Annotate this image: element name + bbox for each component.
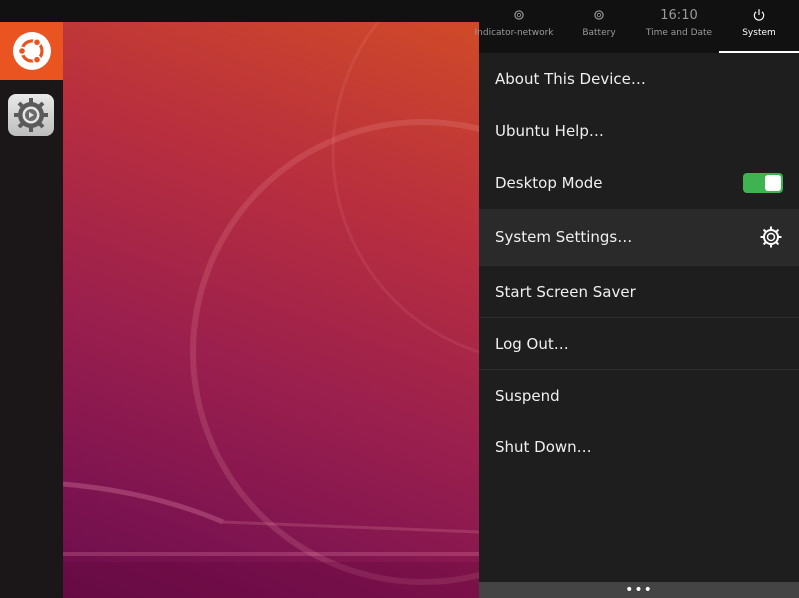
menu-item-ubuntu-help[interactable]: Ubuntu Help…	[479, 105, 799, 157]
menu-item-log-out[interactable]: Log Out…	[479, 318, 799, 369]
ubuntu-logo-icon	[12, 32, 51, 70]
launcher-home-button[interactable]	[0, 22, 63, 80]
panel-drag-handle[interactable]: •••	[479, 582, 799, 598]
system-settings-app-icon	[14, 98, 48, 132]
system-menu: About This Device… Ubuntu Help… Desktop …	[479, 53, 799, 582]
menu-item-label: Suspend	[495, 386, 560, 405]
tab-time-and-date[interactable]: 16:10 Time and Date	[639, 0, 719, 53]
gear-icon	[592, 0, 606, 30]
menu-item-start-screen-saver[interactable]: Start Screen Saver	[479, 266, 799, 317]
gear-icon	[512, 0, 526, 30]
tab-battery[interactable]: Battery	[559, 0, 639, 53]
menu-item-suspend[interactable]: Suspend	[479, 370, 799, 421]
power-icon	[752, 0, 766, 30]
toggle-knob	[765, 175, 781, 191]
tab-indicator-network[interactable]: Indicator-network	[475, 0, 559, 53]
menu-item-label: Start Screen Saver	[495, 282, 636, 301]
menu-item-shut-down[interactable]: Shut Down…	[479, 421, 799, 472]
tab-label: Indicator-network	[474, 28, 554, 38]
indicator-tabs: Indicator-network Battery 16:10 Time and…	[475, 0, 799, 53]
menu-item-label: Ubuntu Help…	[495, 122, 604, 140]
tab-system[interactable]: System	[719, 0, 799, 53]
menu-item-label: System Settings…	[495, 228, 633, 246]
tab-label: Battery	[582, 28, 616, 38]
clock-time: 16:10	[660, 7, 698, 23]
menu-item-label: Shut Down…	[495, 437, 592, 456]
handle-dots: •••	[625, 582, 653, 598]
tab-label: Time and Date	[645, 28, 713, 38]
menu-item-label: Desktop Mode	[495, 174, 603, 192]
desktop-wallpaper	[63, 22, 479, 598]
menu-item-system-settings[interactable]: System Settings…	[479, 209, 799, 265]
launcher	[0, 22, 63, 598]
menu-item-desktop-mode[interactable]: Desktop Mode	[479, 157, 799, 209]
menu-item-about[interactable]: About This Device…	[479, 53, 799, 105]
wallpaper-pattern	[63, 22, 479, 598]
menu-item-label: Log Out…	[495, 334, 569, 353]
gear-icon	[760, 226, 782, 248]
menu-item-label: About This Device…	[495, 70, 646, 88]
tab-label: System	[742, 28, 776, 38]
desktop-mode-toggle[interactable]	[743, 173, 783, 193]
launcher-system-settings[interactable]	[8, 94, 54, 136]
